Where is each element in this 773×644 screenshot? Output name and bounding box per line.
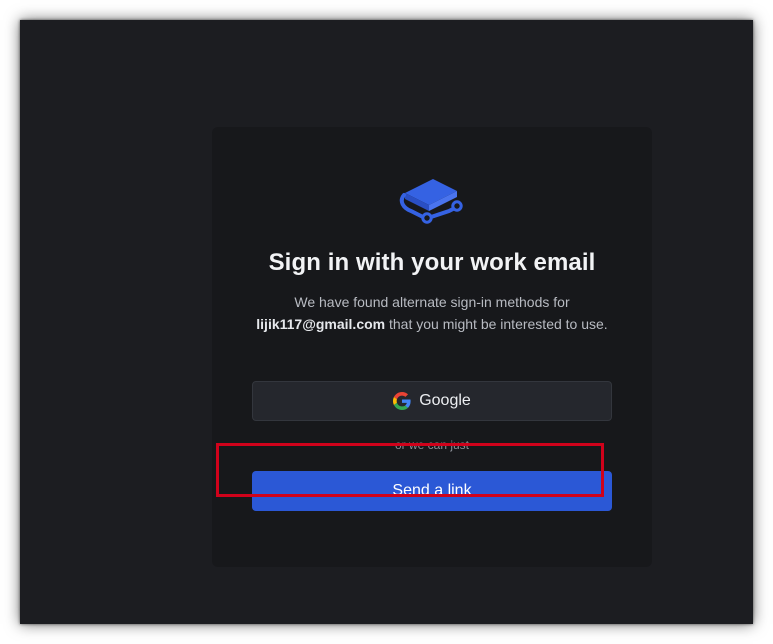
- page-title: Sign in with your work email: [268, 249, 596, 276]
- description-text-before: We have found alternate sign-in methods …: [294, 294, 570, 310]
- google-signin-button[interactable]: Google: [252, 381, 612, 421]
- google-button-label: Google: [419, 392, 471, 409]
- app-window: Sign in with your work email We have fou…: [20, 20, 753, 624]
- description-text-after: that you might be interested to use.: [389, 316, 608, 332]
- google-g-icon: [393, 392, 411, 410]
- highlight-annotation: [216, 443, 604, 497]
- user-email: lijik117@gmail.com: [256, 316, 386, 332]
- signin-description: We have found alternate sign-in methods …: [252, 291, 612, 335]
- signin-card: Sign in with your work email We have fou…: [212, 127, 652, 567]
- book-logo-icon: [399, 179, 463, 224]
